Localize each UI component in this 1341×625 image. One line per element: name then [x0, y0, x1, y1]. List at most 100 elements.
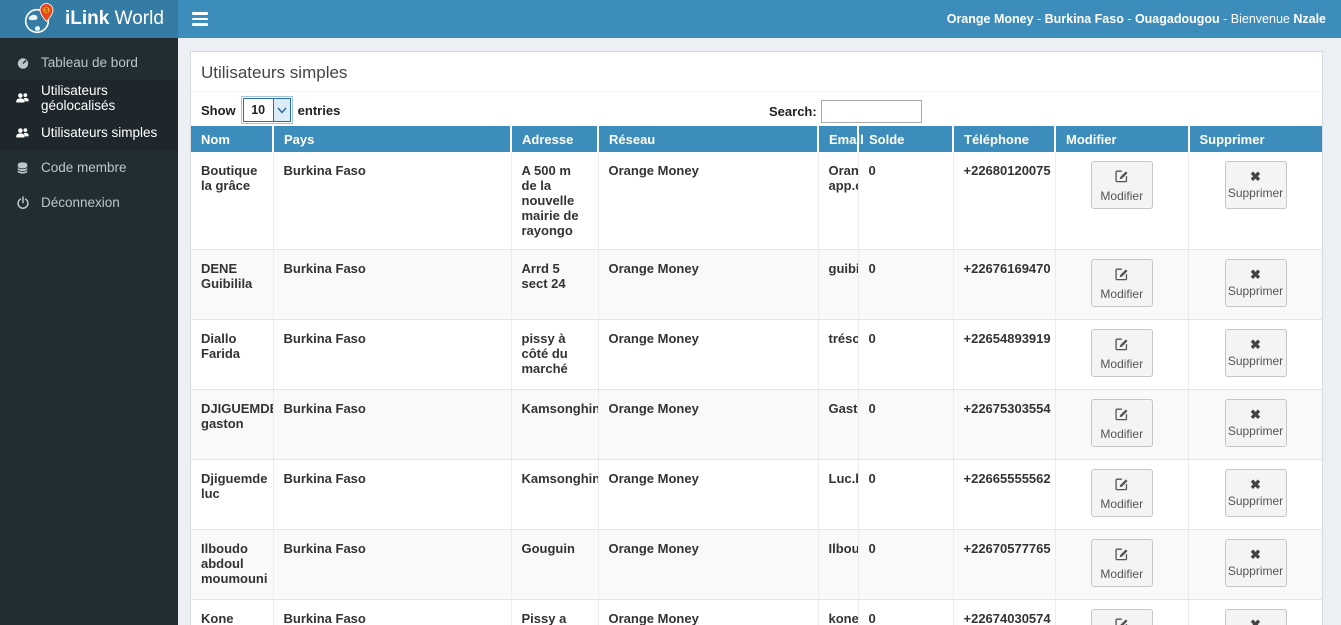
- x-icon: ✖: [1250, 477, 1261, 492]
- sidebar-item-utilisateurs-simples[interactable]: Utilisateurs simples: [0, 115, 178, 150]
- app-title: iLink World: [65, 8, 164, 30]
- modify-button[interactable]: Modifier: [1090, 539, 1153, 587]
- cell-adresse: Gouguin: [510, 529, 598, 600]
- modify-button-label: Modifier: [1100, 496, 1144, 511]
- column-header[interactable]: Nom: [191, 126, 273, 152]
- modify-button-label: Modifier: [1100, 356, 1144, 371]
- delete-button[interactable]: ✖ Supprimer: [1224, 259, 1287, 307]
- page-title: Utilisateurs simples: [191, 52, 1322, 92]
- modify-button[interactable]: Modifier: [1090, 469, 1153, 517]
- cell-reseau: Orange Money: [597, 319, 818, 390]
- navbar-org: Orange Money: [946, 12, 1034, 26]
- globe-pin-logo-icon: $: [24, 3, 54, 34]
- cell-email: kone1040@hotmail.fr: [817, 599, 858, 625]
- cell-email: guibililladene@gmail.com: [817, 249, 858, 320]
- users-panel: Utilisateurs simples Show 10 entries Sea…: [190, 51, 1323, 625]
- column-header[interactable]: Solde: [857, 126, 953, 152]
- cell-telephone: +22676169470: [952, 249, 1055, 320]
- delete-button[interactable]: ✖ Supprimer: [1224, 161, 1287, 209]
- cell-nom: DENE Guibilila: [191, 249, 273, 320]
- page-length-select[interactable]: 10: [240, 96, 293, 124]
- cell-adresse: Kamsonghin: [510, 389, 598, 460]
- column-header[interactable]: Téléphone: [952, 126, 1055, 152]
- cell-reseau: Orange Money: [597, 529, 818, 600]
- cell-nom: Boutique la grâce: [191, 152, 273, 250]
- table-head: Nom Pays Adresse Réseau Email Solde Téléphone M…: [191, 126, 1322, 152]
- edit-icon: [1114, 616, 1129, 625]
- navbar-user-info: Orange Money - Burkina Faso - Ouagadougo…: [946, 12, 1326, 26]
- cell-pays: Burkina Faso: [272, 529, 511, 600]
- sidebar-item-deconnexion[interactable]: Déconnexion: [0, 185, 178, 220]
- search-input[interactable]: [820, 100, 922, 123]
- cell-pays: Burkina Faso: [272, 459, 511, 530]
- show-label: Show: [201, 102, 236, 118]
- modify-button[interactable]: Modifier: [1090, 259, 1153, 307]
- cell-adresse: pissy à côté du marché: [510, 319, 598, 390]
- cell-reseau: Orange Money: [597, 459, 818, 530]
- cell-pays: Burkina Faso: [272, 319, 511, 390]
- cell-email: Ilboudo.bf@gmail.com: [817, 529, 858, 600]
- sidebar-item-utilisateurs-geolocalises[interactable]: Utilisateurs géolocalisés: [0, 80, 178, 115]
- delete-button-label: Supprimer: [1227, 186, 1284, 200]
- sidebar-item-tableau-de-bord[interactable]: Tableau de bord: [0, 45, 178, 80]
- modify-button[interactable]: Modifier: [1090, 161, 1153, 209]
- cell-nom: Diallo Farida: [191, 319, 273, 390]
- delete-button[interactable]: ✖ Supprimer: [1224, 609, 1287, 625]
- cell-email: trésormerveilleuxlove@gmail.com: [817, 319, 858, 390]
- sidebar-item-label: Tableau de bord: [41, 55, 138, 70]
- sidebar-toggle-hamburger-icon[interactable]: [178, 0, 222, 38]
- cell-telephone: +22680120075: [952, 152, 1055, 250]
- app-title-light: World: [109, 8, 164, 29]
- column-header[interactable]: Supprimer: [1187, 126, 1322, 152]
- cell-modifier: Modifier: [1054, 459, 1189, 530]
- edit-icon: [1114, 168, 1129, 186]
- column-header[interactable]: Pays: [272, 126, 511, 152]
- cell-reseau: Orange Money: [597, 152, 818, 250]
- sidebar-item-code-membre[interactable]: Code membre: [0, 150, 178, 185]
- cell-telephone: +22670577765: [952, 529, 1055, 600]
- column-header[interactable]: Modifier: [1054, 126, 1189, 152]
- delete-button[interactable]: ✖ Supprimer: [1224, 329, 1287, 377]
- cell-nom: DJIGUEMDE gaston: [191, 389, 273, 460]
- delete-button-label: Supprimer: [1227, 424, 1284, 438]
- cell-telephone: +22675303554: [952, 389, 1055, 460]
- delete-button[interactable]: ✖ Supprimer: [1224, 399, 1287, 447]
- main-content: Utilisateurs simples Show 10 entries Sea…: [178, 38, 1341, 625]
- cell-email: Orangemoney.bf@ilink-app.com: [817, 152, 858, 250]
- delete-button[interactable]: ✖ Supprimer: [1224, 469, 1287, 517]
- x-icon: ✖: [1250, 267, 1261, 282]
- column-header[interactable]: Réseau: [597, 126, 818, 152]
- cell-solde: 0: [857, 152, 953, 250]
- brand-area[interactable]: $ iLink World: [0, 0, 178, 38]
- cell-modifier: Modifier: [1054, 529, 1189, 600]
- column-header[interactable]: Email: [817, 126, 864, 152]
- column-header[interactable]: Adresse: [510, 126, 598, 152]
- delete-button[interactable]: ✖ Supprimer: [1224, 539, 1287, 587]
- sidebar-item-label: Code membre: [41, 160, 127, 175]
- cell-solde: 0: [857, 319, 953, 390]
- cell-pays: Burkina Faso: [272, 249, 511, 320]
- app-title-bold: iLink: [65, 8, 110, 29]
- cell-modifier: Modifier: [1054, 319, 1189, 390]
- edit-icon: [1114, 476, 1129, 494]
- modify-button[interactable]: Modifier: [1090, 399, 1153, 447]
- cell-nom: Djiguemde luc: [191, 459, 273, 530]
- cell-nom: Kone Cheick: [191, 599, 273, 625]
- cell-adresse: Pissy a cote de la rue de la fraternité: [510, 599, 598, 625]
- cell-telephone: +22665555562: [952, 459, 1055, 530]
- users-icon: [15, 126, 30, 140]
- modify-button[interactable]: Modifier: [1090, 609, 1153, 625]
- cell-supprimer: ✖ Supprimer: [1188, 389, 1322, 460]
- table-row: Boutique la grâce Burkina Faso A 500 m d…: [191, 152, 1322, 250]
- cell-solde: 0: [857, 459, 953, 530]
- cell-pays: Burkina Faso: [272, 152, 511, 250]
- delete-button-label: Supprimer: [1227, 494, 1284, 508]
- cell-modifier: Modifier: [1054, 152, 1189, 250]
- cell-solde: 0: [857, 599, 953, 625]
- navbar-country: Burkina Faso: [1044, 12, 1124, 26]
- modify-button[interactable]: Modifier: [1090, 329, 1153, 377]
- cell-supprimer: ✖ Supprimer: [1188, 599, 1322, 625]
- users-table: Nom Pays Adresse Réseau Email Solde Téléphone M…: [191, 126, 1322, 625]
- table-row: DENE Guibilila Burkina Faso Arrd 5 sect …: [191, 249, 1322, 320]
- x-icon: ✖: [1250, 169, 1261, 184]
